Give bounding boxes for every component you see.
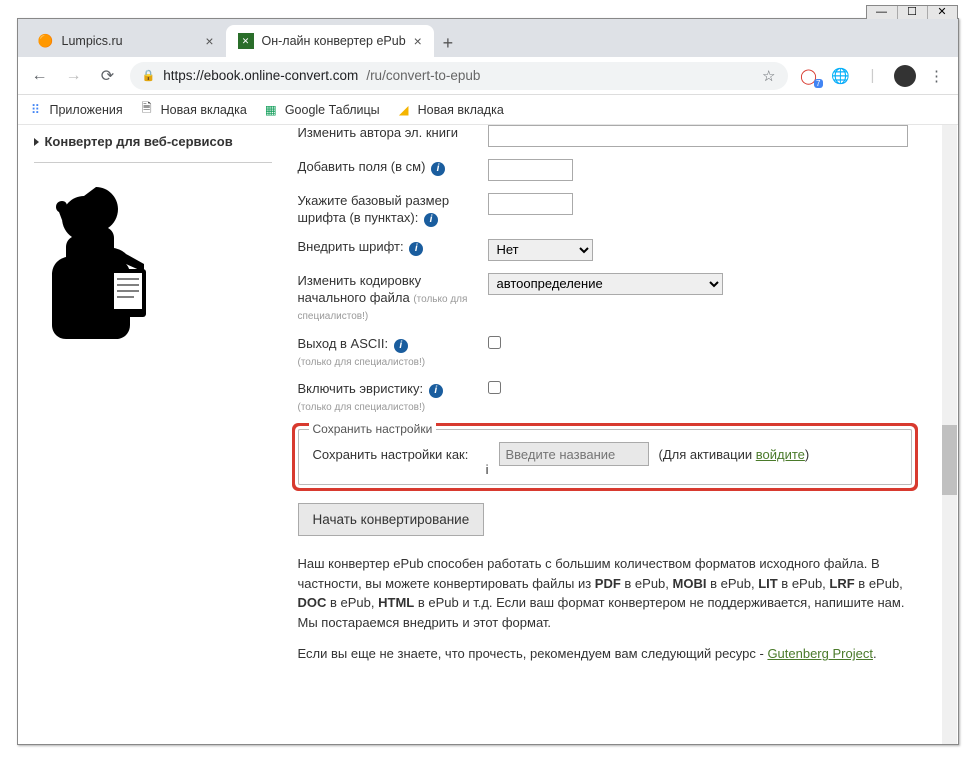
info-icon[interactable]: i (424, 213, 438, 227)
save-label: Сохранить настройки как:i (313, 447, 493, 462)
login-link[interactable]: войдите (756, 447, 805, 462)
label-encoding: Изменить кодировку начального файла (тол… (298, 273, 488, 324)
lock-icon: 🔒 (142, 69, 156, 82)
fieldset-legend: Сохранить настройки (309, 422, 437, 436)
minimize-button[interactable]: — (867, 6, 897, 19)
page-icon: 🗎 (139, 102, 155, 118)
basefont-input[interactable] (488, 193, 573, 215)
info-icon[interactable]: i (429, 384, 443, 398)
tab-converter[interactable]: ✕ Он-лайн конвертер ePub × (226, 25, 434, 57)
maximize-button[interactable]: ☐ (897, 6, 927, 19)
divider: | (862, 67, 884, 84)
translate-globe-icon[interactable]: 🌐 (830, 67, 852, 85)
bookmark-item[interactable]: ◢ Новая вкладка (396, 102, 504, 118)
save-settings-fieldset: Сохранить настройки Сохранить настройки … (298, 429, 912, 485)
profile-avatar[interactable] (894, 65, 916, 87)
description-text: Наш конвертер ePub способен работать с б… (298, 554, 912, 664)
tab-lumpics[interactable]: 🟠 Lumpics.ru × (26, 25, 226, 57)
close-button[interactable]: ✕ (927, 6, 957, 19)
sidebar: Видеоконвертер Конвертер для веб-сервисо… (18, 125, 288, 744)
sheets-icon: ▦ (263, 102, 279, 118)
bookmark-star-icon[interactable]: ☆ (762, 67, 775, 85)
gutenberg-link[interactable]: Gutenberg Project (767, 646, 873, 661)
extension-opera-icon[interactable]: ◯ (798, 67, 820, 85)
convert-button[interactable]: Начать конвертирование (298, 503, 485, 536)
ascii-checkbox[interactable] (488, 336, 501, 349)
label-ascii: Выход в ASCII: i(только для специалистов… (298, 336, 488, 370)
heuristic-checkbox[interactable] (488, 381, 501, 394)
url-host: https://ebook.online-convert.com (163, 68, 358, 83)
url-path: /ru/convert-to-epub (366, 68, 480, 83)
save-hint: (Для активации войдите) (659, 447, 810, 462)
label-margins: Добавить поля (в см) i (298, 159, 488, 176)
menu-button[interactable]: ⋮ (926, 67, 948, 85)
address-bar[interactable]: 🔒 https://ebook.online-convert.com/ru/co… (130, 62, 788, 90)
forward-button[interactable]: → (62, 67, 86, 85)
tab-close-icon[interactable]: × (205, 33, 213, 49)
tab-favicon: 🟠 (38, 33, 54, 49)
label-embed-font: Внедрить шрифт: i (298, 239, 488, 256)
label-heuristic: Включить эвристику: i(только для специал… (298, 381, 488, 415)
label-basefont: Укажите базовый размер шрифта (в пунктах… (298, 193, 488, 227)
tabstrip: 🟠 Lumpics.ru × ✕ Он-лайн конвертер ePub … (18, 19, 958, 57)
bookmarks-bar: ⠿ Приложения 🗎 Новая вкладка ▦ Google Та… (18, 95, 958, 125)
info-icon[interactable]: i (409, 242, 423, 256)
tab-favicon: ✕ (238, 33, 254, 49)
sidebar-divider (34, 162, 272, 163)
reader-silhouette-image (34, 181, 174, 341)
page-content: Видеоконвертер Конвертер для веб-сервисо… (18, 125, 958, 744)
scrollbar-thumb[interactable] (942, 425, 957, 495)
page-icon: ◢ (396, 102, 412, 118)
encoding-select[interactable]: автоопределение (488, 273, 723, 295)
back-button[interactable]: ← (28, 67, 52, 85)
label-author: Изменить автора эл. книги (298, 125, 488, 142)
author-input[interactable] (488, 125, 908, 147)
info-icon[interactable]: i (486, 462, 489, 477)
bookmark-item[interactable]: ▦ Google Таблицы (263, 102, 380, 118)
tab-close-icon[interactable]: × (414, 33, 422, 49)
embed-font-select[interactable]: Нет (488, 239, 593, 261)
sidebar-item-web-converter[interactable]: Конвертер для веб-сервисов (34, 131, 272, 152)
reload-button[interactable]: ⟳ (96, 66, 120, 86)
apps-button[interactable]: ⠿ Приложения (28, 102, 123, 118)
save-name-input[interactable] (499, 442, 649, 466)
apps-grid-icon: ⠿ (28, 102, 44, 118)
margins-input[interactable] (488, 159, 573, 181)
tab-title: Lumpics.ru (62, 34, 123, 48)
info-icon[interactable]: i (431, 162, 445, 176)
tab-title: Он-лайн конвертер ePub (262, 34, 406, 48)
info-icon[interactable]: i (394, 339, 408, 353)
main-form: Изменить автора эл. книги Добавить поля … (288, 125, 958, 744)
toolbar: ← → ⟳ 🔒 https://ebook.online-convert.com… (18, 57, 958, 95)
window-controls: — ☐ ✕ (866, 5, 958, 19)
new-tab-button[interactable]: + (434, 29, 462, 57)
bookmark-item[interactable]: 🗎 Новая вкладка (139, 102, 247, 118)
